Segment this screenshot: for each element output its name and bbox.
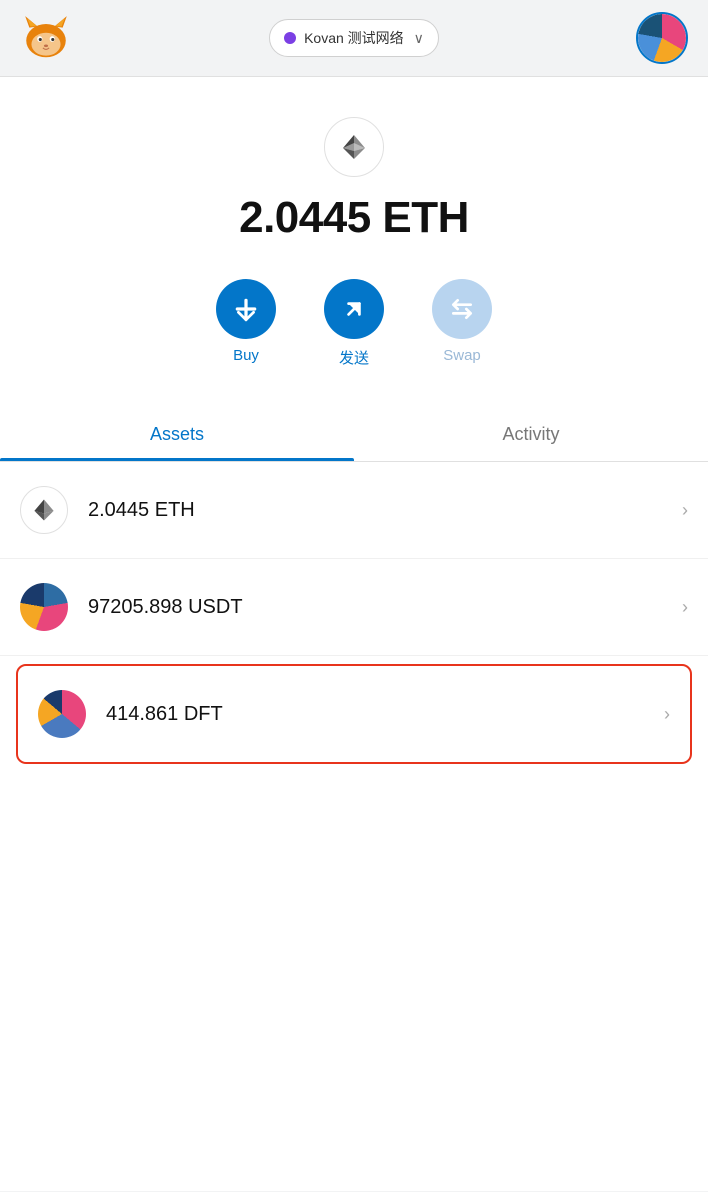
network-selector[interactable]: Kovan 测试网络 ∨ [269, 19, 439, 57]
network-status-dot [284, 32, 296, 44]
main-content: 2.0445 ETH Buy 发送 [0, 77, 708, 1191]
asset-row-usdt[interactable]: 97205.898 USDT › [0, 559, 708, 656]
eth-token-icon [20, 486, 68, 534]
metamask-logo[interactable] [20, 12, 72, 64]
balance-section: 2.0445 ETH [0, 193, 708, 243]
swap-button[interactable] [432, 279, 492, 339]
send-label: 发送 [339, 347, 369, 368]
asset-list: 2.0445 ETH › 97205.898 USDT › 414.861 DF… [0, 462, 708, 764]
usdt-chevron-icon: › [682, 597, 688, 618]
send-button[interactable] [324, 279, 384, 339]
avatar-color-circle [638, 14, 686, 62]
eth-chevron-icon: › [682, 500, 688, 521]
swap-action[interactable]: Swap [432, 279, 492, 368]
buy-action[interactable]: Buy [216, 279, 276, 368]
usdt-asset-amount: 97205.898 USDT [88, 596, 243, 619]
dft-asset-amount: 414.861 DFT [106, 703, 223, 726]
eth-main-icon-wrapper [0, 77, 708, 177]
dft-token-icon [38, 690, 86, 738]
tabs-container: Assets Activity [0, 408, 708, 462]
asset-row-eth[interactable]: 2.0445 ETH › [0, 462, 708, 559]
tab-assets[interactable]: Assets [0, 408, 354, 461]
usdt-token-icon [20, 583, 68, 631]
balance-amount: 2.0445 ETH [239, 193, 469, 242]
dft-chevron-icon: › [664, 704, 670, 725]
account-avatar[interactable] [636, 12, 688, 64]
eth-main-icon [324, 117, 384, 177]
header: Kovan 测试网络 ∨ [0, 0, 708, 77]
network-label: Kovan 测试网络 [304, 28, 404, 48]
asset-row-dft[interactable]: 414.861 DFT › [16, 664, 692, 764]
actions-row: Buy 发送 Swap [0, 279, 708, 368]
swap-label: Swap [443, 347, 481, 364]
tab-activity[interactable]: Activity [354, 408, 708, 461]
buy-label: Buy [233, 347, 259, 364]
buy-button[interactable] [216, 279, 276, 339]
send-action[interactable]: 发送 [324, 279, 384, 368]
eth-asset-amount: 2.0445 ETH [88, 499, 195, 522]
chevron-down-icon: ∨ [414, 30, 424, 47]
